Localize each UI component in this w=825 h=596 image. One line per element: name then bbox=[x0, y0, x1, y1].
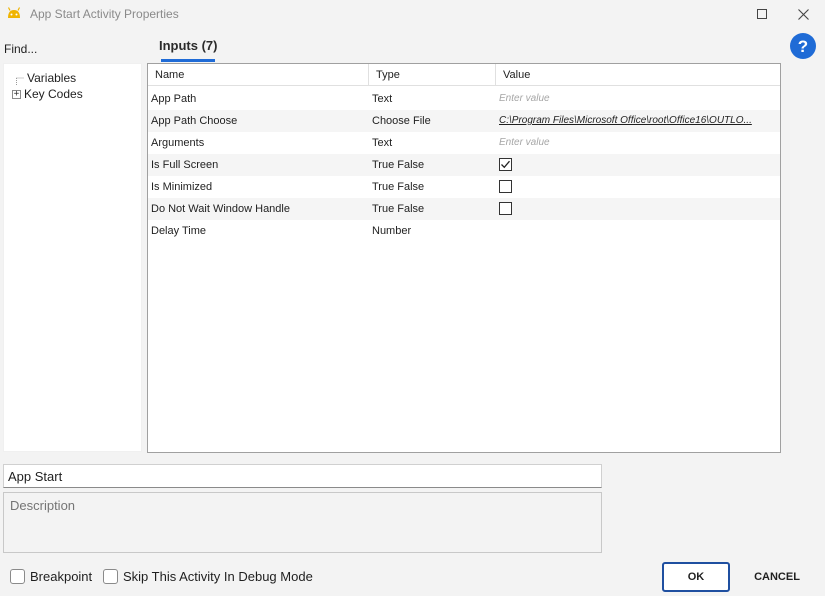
tab-selected-indicator bbox=[161, 59, 215, 62]
title-bar: App Start Activity Properties bbox=[0, 0, 825, 28]
breakpoint-label: Breakpoint bbox=[30, 569, 93, 584]
column-header-name[interactable]: Name bbox=[148, 64, 369, 86]
android-robot-icon bbox=[7, 7, 21, 18]
value-input[interactable]: Enter value bbox=[499, 88, 774, 110]
tree-item-label: Variables bbox=[27, 71, 77, 85]
close-button[interactable] bbox=[792, 4, 814, 24]
help-icon[interactable]: ? bbox=[789, 32, 817, 60]
variables-tree: Variables + Key Codes bbox=[3, 63, 142, 452]
row-name: App Path Choose bbox=[151, 115, 238, 127]
row-type: Choose File bbox=[372, 115, 431, 127]
breakpoint-checkbox[interactable]: Breakpoint bbox=[10, 569, 92, 584]
tab-inputs[interactable]: Inputs (7) bbox=[159, 38, 218, 53]
table-row[interactable]: App Path Choose Choose File C:\Program F… bbox=[148, 110, 780, 132]
checkbox-box[interactable] bbox=[103, 569, 118, 584]
minimized-checkbox[interactable] bbox=[499, 180, 512, 193]
cancel-button[interactable]: CANCEL bbox=[746, 562, 808, 592]
skip-debug-checkbox[interactable]: Skip This Activity In Debug Mode bbox=[103, 569, 313, 584]
tree-item-label: Key Codes bbox=[24, 87, 83, 101]
row-type: Number bbox=[372, 225, 412, 237]
row-type: Text bbox=[372, 137, 393, 149]
row-name: App Path bbox=[151, 93, 197, 105]
row-name: Do Not Wait Window Handle bbox=[151, 203, 290, 215]
table-row[interactable]: Is Minimized True False bbox=[148, 176, 780, 198]
row-name: Arguments bbox=[151, 137, 205, 149]
value-input[interactable] bbox=[499, 220, 774, 242]
maximize-icon bbox=[757, 9, 767, 19]
close-icon bbox=[797, 8, 809, 20]
expand-plus-icon[interactable]: + bbox=[12, 89, 21, 99]
window-title: App Start Activity Properties bbox=[30, 7, 179, 21]
find-button[interactable]: Find... bbox=[4, 42, 37, 56]
skip-debug-label: Skip This Activity In Debug Mode bbox=[123, 569, 313, 584]
table-row[interactable]: Do Not Wait Window Handle True False bbox=[148, 198, 780, 220]
ok-button[interactable]: OK bbox=[662, 562, 730, 592]
table-row[interactable]: Delay Time Number bbox=[148, 220, 780, 242]
grid-header: Name Type Value bbox=[148, 64, 780, 86]
svg-text:?: ? bbox=[798, 37, 808, 56]
tree-item-key-codes[interactable]: + Key Codes bbox=[12, 87, 83, 101]
checkbox-box[interactable] bbox=[10, 569, 25, 584]
value-input[interactable]: Enter value bbox=[499, 132, 774, 154]
table-row[interactable]: Arguments Text Enter value bbox=[148, 132, 780, 154]
tree-connector-icon bbox=[16, 77, 24, 85]
no-wait-handle-checkbox[interactable] bbox=[499, 202, 512, 215]
column-header-value[interactable]: Value bbox=[496, 64, 780, 86]
row-name: Is Minimized bbox=[151, 181, 213, 193]
table-row[interactable]: Is Full Screen True False bbox=[148, 154, 780, 176]
row-type: True False bbox=[372, 159, 425, 171]
tree-item-variables[interactable]: Variables bbox=[12, 71, 76, 85]
table-row[interactable]: App Path Text Enter value bbox=[148, 88, 780, 110]
row-type: True False bbox=[372, 203, 425, 215]
row-type: True False bbox=[372, 181, 425, 193]
row-name: Delay Time bbox=[151, 225, 207, 237]
full-screen-checkbox[interactable] bbox=[499, 158, 512, 171]
inputs-grid: Name Type Value App Path Text Enter valu… bbox=[147, 63, 781, 453]
file-path-link[interactable]: C:\Program Files\Microsoft Office\root\O… bbox=[499, 110, 774, 132]
description-input[interactable] bbox=[3, 492, 602, 553]
maximize-button[interactable] bbox=[751, 4, 773, 24]
row-name: Is Full Screen bbox=[151, 159, 219, 171]
activity-name-input[interactable] bbox=[3, 464, 602, 488]
column-header-type[interactable]: Type bbox=[369, 64, 496, 86]
properties-dialog: App Start Activity Properties Find... Va… bbox=[0, 0, 825, 596]
row-type: Text bbox=[372, 93, 393, 105]
checkmark-icon bbox=[501, 160, 510, 169]
